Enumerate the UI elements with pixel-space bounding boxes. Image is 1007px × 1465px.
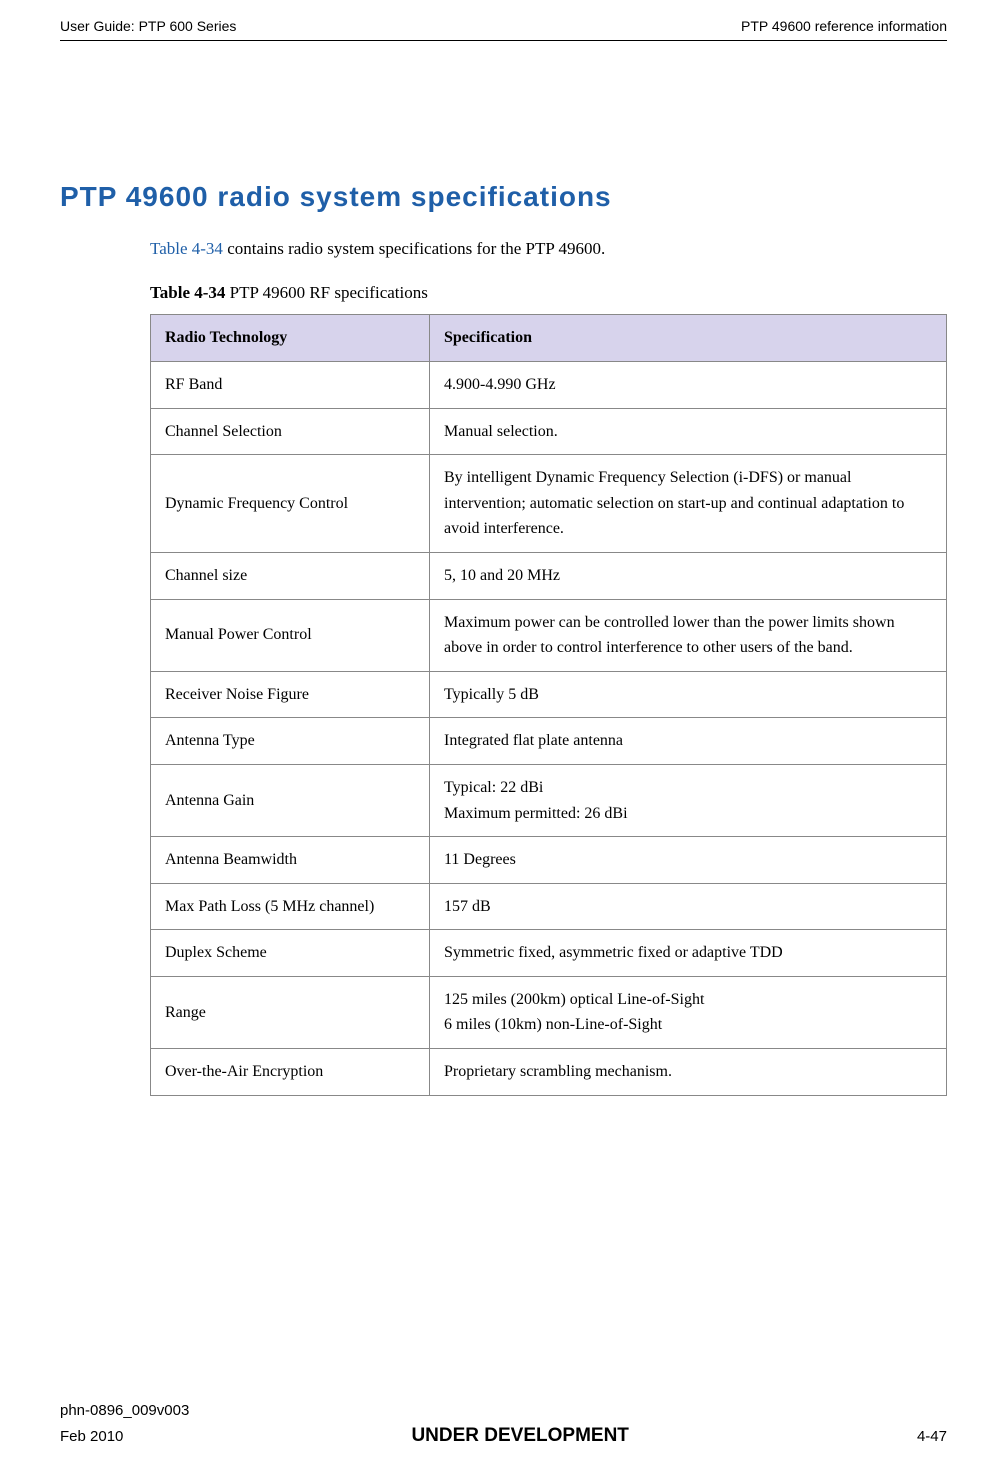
spec-name: Antenna Gain: [151, 764, 430, 836]
spec-value: Maximum power can be controlled lower th…: [430, 599, 947, 671]
table-header-col1: Radio Technology: [151, 315, 430, 362]
section-title: PTP 49600 radio system specifications: [60, 181, 947, 213]
table-row: Receiver Noise FigureTypically 5 dB: [151, 671, 947, 718]
spec-name: Channel size: [151, 552, 430, 599]
footer-status: UNDER DEVELOPMENT: [411, 1425, 628, 1447]
table-caption: Table 4-34 PTP 49600 RF specifications: [150, 279, 947, 306]
spec-value: 125 miles (200km) optical Line-of-Sight6…: [430, 976, 947, 1048]
spec-value: 4.900-4.990 GHz: [430, 361, 947, 408]
spec-value: Typically 5 dB: [430, 671, 947, 718]
spec-value: Proprietary scrambling mechanism.: [430, 1049, 947, 1096]
table-row: Antenna TypeIntegrated flat plate antenn…: [151, 718, 947, 765]
table-row: Antenna GainTypical: 22 dBiMaximum permi…: [151, 764, 947, 836]
table-row: Range125 miles (200km) optical Line-of-S…: [151, 976, 947, 1048]
footer-page-number: 4-47: [917, 1428, 947, 1445]
spec-name: Antenna Beamwidth: [151, 837, 430, 884]
spec-value: 157 dB: [430, 883, 947, 930]
table-row: Duplex SchemeSymmetric fixed, asymmetric…: [151, 930, 947, 977]
spec-name: Receiver Noise Figure: [151, 671, 430, 718]
table-row: Manual Power ControlMaximum power can be…: [151, 599, 947, 671]
table-row: Dynamic Frequency ControlBy intelligent …: [151, 455, 947, 553]
table-row: Over-the-Air EncryptionProprietary scram…: [151, 1049, 947, 1096]
spec-value: Manual selection.: [430, 408, 947, 455]
spec-name: Duplex Scheme: [151, 930, 430, 977]
intro-paragraph: Table 4-34 contains radio system specifi…: [150, 235, 947, 262]
table-row: Channel size5, 10 and 20 MHz: [151, 552, 947, 599]
spec-value: 11 Degrees: [430, 837, 947, 884]
spec-name: Over-the-Air Encryption: [151, 1049, 430, 1096]
table-header-col2: Specification: [430, 315, 947, 362]
header-left: User Guide: PTP 600 Series: [60, 18, 236, 34]
spec-value: 5, 10 and 20 MHz: [430, 552, 947, 599]
table-caption-label: Table 4-34: [150, 283, 225, 302]
table-header-row: Radio Technology Specification: [151, 315, 947, 362]
table-caption-text: PTP 49600 RF specifications: [225, 283, 427, 302]
table-row: Antenna Beamwidth11 Degrees: [151, 837, 947, 884]
spec-name: RF Band: [151, 361, 430, 408]
footer-date: Feb 2010: [60, 1428, 123, 1445]
page-footer: phn-0896_009v003 Feb 2010 UNDER DEVELOPM…: [60, 1402, 947, 1447]
header-right: PTP 49600 reference information: [741, 18, 947, 34]
spec-value: Integrated flat plate antenna: [430, 718, 947, 765]
table-reference-link[interactable]: Table 4-34: [150, 239, 223, 258]
spec-name: Manual Power Control: [151, 599, 430, 671]
page-header: User Guide: PTP 600 Series PTP 49600 ref…: [60, 0, 947, 41]
spec-name: Dynamic Frequency Control: [151, 455, 430, 553]
spec-name: Channel Selection: [151, 408, 430, 455]
spec-value: Typical: 22 dBiMaximum permitted: 26 dBi: [430, 764, 947, 836]
footer-doc-id: phn-0896_009v003: [60, 1402, 947, 1419]
table-row: Max Path Loss (5 MHz channel)157 dB: [151, 883, 947, 930]
spec-value: Symmetric fixed, asymmetric fixed or ada…: [430, 930, 947, 977]
spec-name: Max Path Loss (5 MHz channel): [151, 883, 430, 930]
intro-text: contains radio system specifications for…: [223, 239, 605, 258]
specifications-table: Radio Technology Specification RF Band4.…: [150, 314, 947, 1095]
spec-name: Antenna Type: [151, 718, 430, 765]
spec-name: Range: [151, 976, 430, 1048]
table-row: RF Band4.900-4.990 GHz: [151, 361, 947, 408]
table-row: Channel SelectionManual selection.: [151, 408, 947, 455]
spec-value: By intelligent Dynamic Frequency Selecti…: [430, 455, 947, 553]
